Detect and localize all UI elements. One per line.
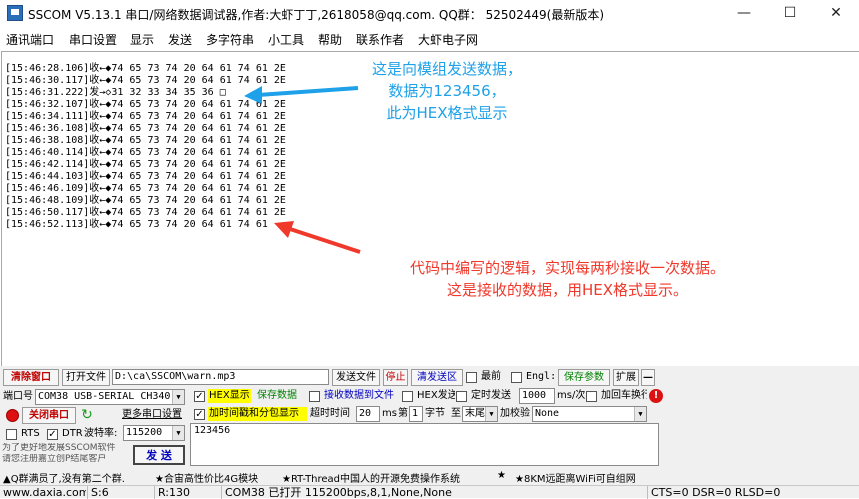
add-crlf-label: 加回车换行 bbox=[601, 390, 647, 401]
rts-checkbox[interactable] bbox=[6, 429, 17, 440]
port-select[interactable]: COM38 USB-SERIAL CH340 ▼ bbox=[35, 389, 185, 405]
promo-line-2: 请您注册嘉立创P结尾客户 bbox=[2, 454, 107, 464]
promo-line-1: 为了更好地发展SSCOM软件 bbox=[2, 443, 116, 453]
checksum-value: None bbox=[535, 408, 560, 419]
dtr-checkbox[interactable]: ✓ bbox=[47, 429, 58, 440]
timestamp-checkbox[interactable]: ✓ bbox=[194, 409, 205, 420]
send-note-line: 此为HEX格式显示 bbox=[386, 104, 508, 122]
status-bar: www.daxia.com S:6 R:130 COM38 已打开 115200… bbox=[0, 485, 859, 499]
chevron-down-icon[interactable]: ▼ bbox=[172, 426, 184, 440]
ad-item[interactable]: ▲Q群满员了,没有第二个群. bbox=[3, 470, 125, 485]
save-params-button[interactable]: 保存参数 bbox=[558, 369, 610, 386]
red-arrow-head bbox=[274, 221, 294, 238]
recv-annotation: 代码中编写的逻辑，实现每两秒接收一次数据。 这是接收的数据，用HEX格式显示。 bbox=[360, 257, 775, 301]
alert-icon: ! bbox=[649, 389, 663, 403]
timestamp-label: 加时间戳和分包显示 bbox=[208, 407, 307, 421]
open-file-button[interactable]: 打开文件 bbox=[62, 369, 110, 386]
send-text-value: 123456 bbox=[194, 425, 231, 436]
hex-display-label: HEX显示 bbox=[208, 389, 251, 403]
ad-bar: ▲Q群满员了,没有第二个群. ★合宙高性价比4G模块 ★RT-Thread中国人… bbox=[0, 468, 859, 485]
send-text-area[interactable]: 123456 bbox=[190, 423, 659, 466]
save-data-label[interactable]: 保存数据 bbox=[257, 389, 297, 403]
port-status-icon bbox=[6, 409, 19, 422]
blue-arrow-head bbox=[244, 86, 262, 104]
baud-label: 波特率: bbox=[84, 428, 118, 439]
status-port: COM38 已打开 115200bps,8,1,None,None bbox=[221, 486, 646, 499]
recv-to-file-checkbox[interactable] bbox=[309, 391, 320, 402]
topmost-checkbox[interactable] bbox=[466, 372, 477, 383]
hex-display-checkbox[interactable]: ✓ bbox=[194, 391, 205, 402]
send-annotation: 这是向模组发送数据， 数据为123456， 此为HEX格式显示 bbox=[352, 58, 542, 124]
timeout-unit: ms bbox=[382, 408, 397, 419]
english-checkbox[interactable] bbox=[511, 372, 522, 383]
recv-note-line: 这是接收的数据，用HEX格式显示。 bbox=[446, 281, 689, 299]
red-arrow-line bbox=[289, 227, 361, 254]
byte-unit: 字节 bbox=[425, 408, 445, 419]
add-crlf-checkbox[interactable] bbox=[586, 391, 597, 402]
baud-select[interactable]: 115200 ▼ bbox=[123, 425, 185, 441]
port-label: 端口号 bbox=[3, 391, 33, 402]
status-signals: CTS=0 DSR=0 RLSD=0 bbox=[647, 486, 859, 499]
ad-item[interactable]: ★合宙高性价比4G模块 bbox=[155, 470, 258, 485]
checksum-label: 加校验 bbox=[500, 408, 530, 419]
english-label: Engl: bbox=[526, 371, 557, 382]
recv-to-file-label: 接收数据到文件 bbox=[324, 390, 394, 401]
byte-no-input[interactable]: 1 bbox=[409, 406, 423, 422]
timeout-input[interactable]: 20 bbox=[356, 406, 380, 422]
rts-label: RTS bbox=[21, 428, 40, 439]
more-port-settings-link[interactable]: 更多串口设置 bbox=[122, 408, 182, 422]
close-port-button[interactable]: 关闭串口 bbox=[22, 407, 76, 424]
interval-unit: ms/次 bbox=[557, 390, 586, 401]
clear-window-button[interactable]: 清除窗口 bbox=[3, 369, 59, 386]
port-value: COM38 USB-SERIAL CH340 bbox=[38, 391, 171, 402]
chevron-down-icon[interactable]: ▼ bbox=[634, 407, 646, 421]
timeout-label: 超时时间 bbox=[310, 408, 350, 419]
hex-send-checkbox[interactable] bbox=[402, 391, 413, 402]
send-file-button[interactable]: 发送文件 bbox=[332, 369, 380, 386]
to-value: 末尾 bbox=[465, 408, 485, 419]
chevron-down-icon[interactable]: ▼ bbox=[485, 407, 497, 421]
timed-send-label: 定时发送 bbox=[471, 390, 511, 401]
send-button[interactable]: 发 送 bbox=[133, 445, 185, 465]
baud-value: 115200 bbox=[126, 427, 163, 438]
recv-note-line: 代码中编写的逻辑，实现每两秒接收一次数据。 bbox=[409, 259, 725, 277]
send-note-line: 这是向模组发送数据， bbox=[371, 60, 522, 78]
ad-item[interactable]: ★8KM远距离WiFi可自组网 bbox=[515, 470, 636, 485]
stop-button[interactable]: 停止 bbox=[383, 369, 408, 386]
refresh-icon[interactable]: ↻ bbox=[80, 408, 94, 422]
topmost-label: 最前 bbox=[481, 371, 501, 382]
to-label: 至 bbox=[451, 408, 461, 419]
interval-input[interactable]: 1000 bbox=[519, 388, 555, 404]
chevron-down-icon[interactable]: ▼ bbox=[172, 390, 184, 404]
send-note-line: 数据为123456， bbox=[388, 82, 506, 100]
blue-arrow-line bbox=[257, 86, 359, 97]
byte-no-label: 第 bbox=[398, 408, 408, 419]
file-path-input[interactable]: D:\ca\SSCOM\warn.mp3 bbox=[112, 369, 329, 385]
to-select[interactable]: 末尾 ▼ bbox=[462, 406, 498, 422]
status-send-count: S:6 bbox=[87, 486, 153, 499]
dtr-label: DTR bbox=[62, 428, 83, 439]
ad-item[interactable]: ★RT-Thread中国人的开源免费操作系统 bbox=[282, 470, 460, 485]
status-recv-count: R:130 bbox=[154, 486, 220, 499]
clear-send-button[interactable]: 清发送区 bbox=[411, 369, 463, 386]
collapse-button[interactable]: — bbox=[641, 369, 655, 386]
status-site[interactable]: www.daxia.com bbox=[0, 486, 86, 499]
expand-button[interactable]: 扩展 bbox=[613, 369, 639, 386]
ad-item[interactable]: ★ bbox=[497, 470, 506, 481]
timed-send-checkbox[interactable] bbox=[456, 391, 467, 402]
hex-send-label: HEX发送 bbox=[417, 390, 455, 401]
checksum-select[interactable]: None ▼ bbox=[532, 406, 647, 422]
